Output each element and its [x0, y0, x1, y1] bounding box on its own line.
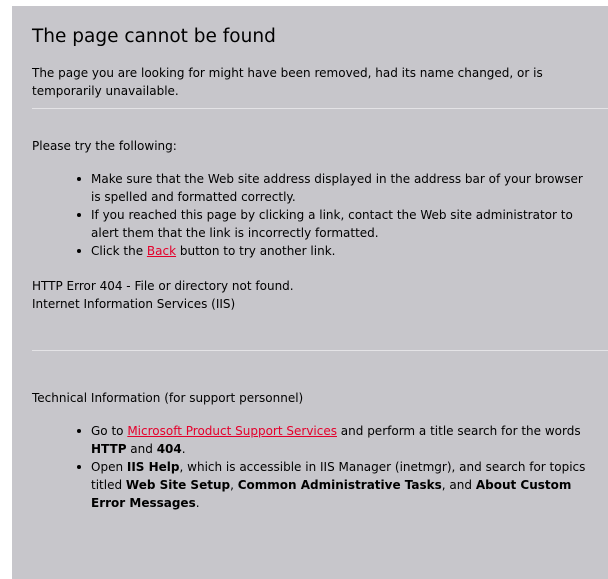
list-item: Open IIS Help, which is accessible in II…	[77, 458, 589, 512]
list-item-text-mid: and perform a title search for the words	[336, 424, 581, 438]
error-page: The page cannot be found The page you ar…	[12, 6, 608, 579]
list-item-text: Make sure that the Web site address disp…	[91, 172, 583, 204]
bullet-icon	[77, 465, 81, 469]
list-item-text-pre: Open	[91, 460, 127, 474]
tech-list: Go to Microsoft Product Support Services…	[32, 422, 589, 512]
list-item: Click the Back button to try another lin…	[77, 242, 589, 260]
back-link[interactable]: Back	[147, 244, 176, 258]
bullet-icon	[77, 249, 81, 253]
list-item-text-end: .	[195, 496, 200, 510]
list-item-text-and: and	[126, 442, 157, 456]
bold-term-http: HTTP	[91, 442, 127, 456]
bullet-icon	[77, 429, 81, 433]
microsoft-support-link[interactable]: Microsoft Product Support Services	[127, 424, 337, 438]
http-error-text: HTTP Error 404 - File or directory not f…	[32, 279, 294, 293]
list-item: Make sure that the Web site address disp…	[77, 170, 589, 206]
list-item-text-post: button to try another link.	[176, 244, 336, 258]
list-item-text-pre: Click the	[91, 244, 147, 258]
list-item-text-end: .	[181, 442, 186, 456]
list-item-text-and: , and	[441, 478, 476, 492]
list-item: If you reached this page by clicking a l…	[77, 206, 589, 242]
list-item: Go to Microsoft Product Support Services…	[77, 422, 589, 458]
list-item-text-comma: ,	[230, 478, 238, 492]
list-item-text: If you reached this page by clicking a l…	[91, 208, 573, 240]
divider	[32, 350, 608, 351]
server-name-text: Internet Information Services (IIS)	[32, 297, 236, 311]
try-heading: Please try the following:	[32, 139, 177, 153]
bold-term-web-site-setup: Web Site Setup	[125, 478, 231, 492]
bold-term-404: 404	[156, 442, 182, 456]
bold-term-admin-tasks: Common Administrative Tasks	[237, 478, 442, 492]
divider	[32, 108, 608, 109]
bold-term-iis-help: IIS Help	[126, 460, 180, 474]
intro-text: The page you are looking for might have …	[32, 66, 543, 98]
try-list: Make sure that the Web site address disp…	[32, 170, 589, 260]
list-item-text-pre: Go to	[91, 424, 128, 438]
page-title: The page cannot be found	[32, 26, 276, 47]
tech-heading: Technical Information (for support perso…	[32, 391, 304, 405]
bullet-icon	[77, 177, 81, 181]
bullet-icon	[77, 213, 81, 217]
